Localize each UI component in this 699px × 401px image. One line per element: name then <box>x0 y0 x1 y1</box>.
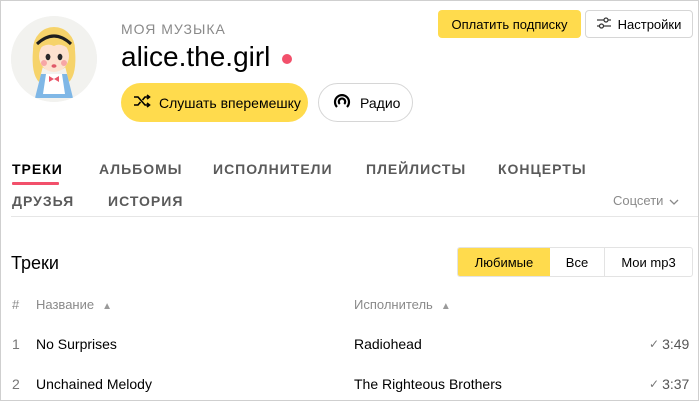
check-icon: ✓ <box>649 337 660 351</box>
sort-asc-icon: ▲ <box>440 301 451 312</box>
track-artist[interactable]: The Righteous Brothers <box>354 376 502 392</box>
section-label: МОЯ МУЗЫКА <box>121 21 226 37</box>
tab-artists[interactable]: ИСПОЛНИТЕЛИ <box>213 161 333 177</box>
track-duration-value: 3:37 <box>662 376 690 392</box>
radio-label: Радио <box>360 94 401 111</box>
settings-label: Настройки <box>617 16 682 32</box>
filter-all[interactable]: Все <box>550 248 604 276</box>
tab-playlists[interactable]: ПЛЕЙЛИСТЫ <box>366 161 466 177</box>
shuffle-icon <box>133 94 151 111</box>
social-dropdown-label: Соцсети <box>613 193 664 208</box>
sliders-icon <box>596 16 611 32</box>
tracks-title: Треки <box>11 253 59 273</box>
chevron-down-icon <box>669 193 679 208</box>
column-num-header: # <box>12 297 20 312</box>
track-duration: ✓ 3:49 <box>649 336 689 352</box>
pay-subscription-button[interactable]: Оплатить подписку <box>438 10 581 38</box>
tab-history[interactable]: ИСТОРИЯ <box>108 193 183 209</box>
sort-asc-icon: ▲ <box>102 301 112 312</box>
track-title[interactable]: No Surprises <box>36 336 117 352</box>
track-artist[interactable]: Radiohead <box>354 336 422 352</box>
column-artist-label: Исполнитель <box>354 297 433 312</box>
active-tab-underline <box>12 182 59 185</box>
tab-friends[interactable]: ДРУЗЬЯ <box>12 193 74 209</box>
alice-avatar-illustration <box>11 16 97 102</box>
track-title[interactable]: Unchained Melody <box>36 376 152 392</box>
track-duration-value: 3:49 <box>662 336 690 352</box>
column-title-header[interactable]: Название ▲ <box>36 297 112 312</box>
username-row: alice.the.girl <box>121 41 293 73</box>
music-page: МОЯ МУЗЫКА alice.the.girl Слушать вперем… <box>0 0 699 401</box>
track-number: 2 <box>12 376 20 392</box>
username: alice.the.girl <box>121 41 271 72</box>
column-artist-header[interactable]: Исполнитель ▲ <box>354 297 451 312</box>
track-number: 1 <box>12 336 20 352</box>
settings-button[interactable]: Настройки <box>585 10 693 38</box>
shuffle-button[interactable]: Слушать вперемешку <box>121 83 308 122</box>
tab-concerts[interactable]: КОНЦЕРТЫ <box>498 161 587 177</box>
online-status-dot <box>282 54 293 64</box>
section-divider <box>11 216 698 217</box>
check-icon: ✓ <box>649 377 660 391</box>
radio-icon <box>332 91 352 114</box>
filter-my-mp3[interactable]: Мои mp3 <box>605 248 692 276</box>
shuffle-label: Слушать вперемешку <box>159 94 301 111</box>
tracks-filter: Любимые Все Мои mp3 <box>457 247 693 277</box>
tab-tracks[interactable]: ТРЕКИ <box>12 161 63 177</box>
social-dropdown[interactable]: Соцсети <box>613 193 679 208</box>
tab-albums[interactable]: АЛЬБОМЫ <box>99 161 183 177</box>
track-duration: ✓ 3:37 <box>649 376 689 392</box>
avatar[interactable] <box>11 16 97 102</box>
filter-favorites[interactable]: Любимые <box>458 248 550 276</box>
column-title-label: Название <box>36 297 95 312</box>
radio-button[interactable]: Радио <box>318 83 413 122</box>
